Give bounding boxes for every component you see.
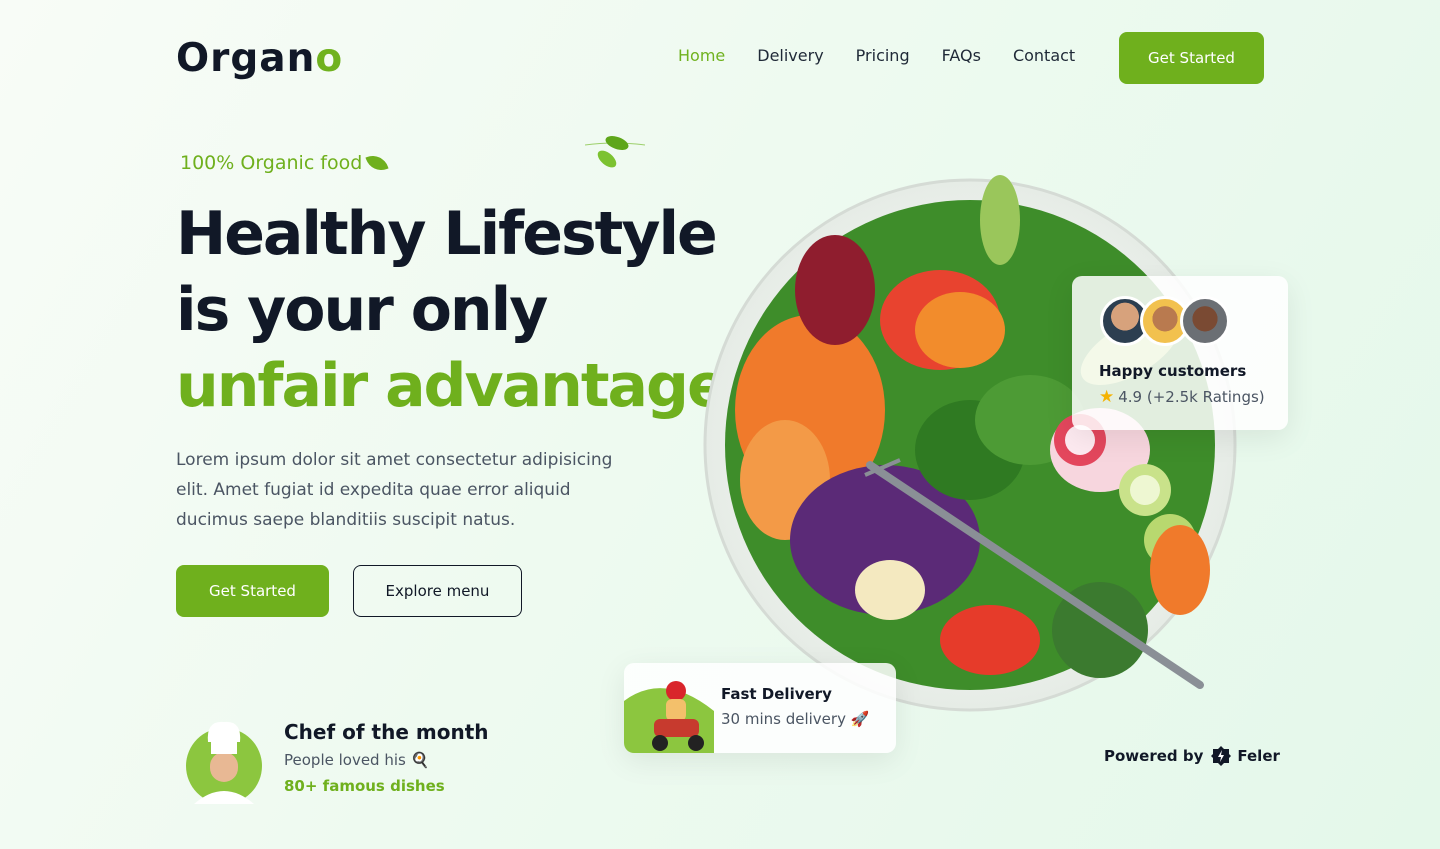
logo-accent: o — [315, 36, 344, 81]
explore-menu-button[interactable]: Explore menu — [353, 565, 522, 617]
headline-line-3: unfair advantage — [176, 351, 728, 421]
chef-dish-count: 80+ famous dishes — [284, 777, 445, 795]
customers-title: Happy customers — [1099, 362, 1247, 380]
hero-headline: Healthy Lifestyle is your only unfair ad… — [176, 196, 728, 424]
star-icon: ★ — [1099, 387, 1115, 407]
customer-avatars — [1100, 296, 1230, 346]
leaf-decoration-icon — [585, 136, 645, 168]
happy-customers-card: Happy customers ★ 4.9 (+2.5k Ratings) — [1072, 276, 1288, 430]
feler-logo-icon — [1211, 746, 1232, 766]
chef-subtitle-text: People loved his — [284, 751, 406, 769]
chef-subtitle: People loved his 🍳 — [284, 751, 429, 769]
logo-main: Organ — [176, 36, 316, 81]
chef-avatar — [186, 721, 262, 804]
delivery-title: Fast Delivery — [721, 685, 832, 703]
header-get-started-button[interactable]: Get Started — [1119, 32, 1264, 84]
salad-bowl-image — [703, 175, 1237, 712]
hero-get-started-button[interactable]: Get Started — [176, 565, 329, 617]
hero-description: Lorem ipsum dolor sit amet consectetur a… — [176, 450, 613, 530]
chef-title: Chef of the month — [284, 720, 489, 744]
delivery-subtitle: 30 mins delivery 🚀 — [721, 710, 869, 728]
brand-name: Feler — [1237, 747, 1280, 765]
nav-faqs[interactable]: FAQs — [942, 46, 981, 65]
pan-icon: 🍳 — [410, 751, 430, 769]
nav-home[interactable]: Home — [678, 46, 725, 65]
nav-delivery[interactable]: Delivery — [757, 46, 823, 65]
headline-line-1: Healthy Lifestyle — [176, 199, 718, 269]
rocket-icon: 🚀 — [850, 710, 870, 728]
tagline-text: 100% Organic food — [180, 152, 363, 174]
customer-avatar — [1180, 296, 1230, 346]
feler-brand[interactable]: Feler — [1210, 745, 1280, 767]
main-nav: Home Delivery Pricing FAQs Contact — [678, 46, 1075, 65]
nav-pricing[interactable]: Pricing — [856, 46, 910, 65]
rating-text: 4.9 (+2.5k Ratings) — [1118, 388, 1265, 406]
delivery-rider-image — [624, 681, 714, 753]
fast-delivery-card: Fast Delivery 30 mins delivery 🚀 — [624, 663, 896, 753]
customers-rating: ★ 4.9 (+2.5k Ratings) — [1099, 387, 1265, 407]
powered-by-label: Powered by — [1104, 747, 1204, 765]
leaf-icon — [365, 151, 389, 175]
logo[interactable]: Organo — [176, 36, 343, 81]
headline-line-2: is your only — [176, 275, 548, 345]
nav-contact[interactable]: Contact — [1013, 46, 1075, 65]
hero-tagline: 100% Organic food — [180, 151, 389, 175]
delivery-subtitle-text: 30 mins delivery — [721, 710, 846, 728]
powered-by: Powered by Feler — [1104, 745, 1280, 767]
